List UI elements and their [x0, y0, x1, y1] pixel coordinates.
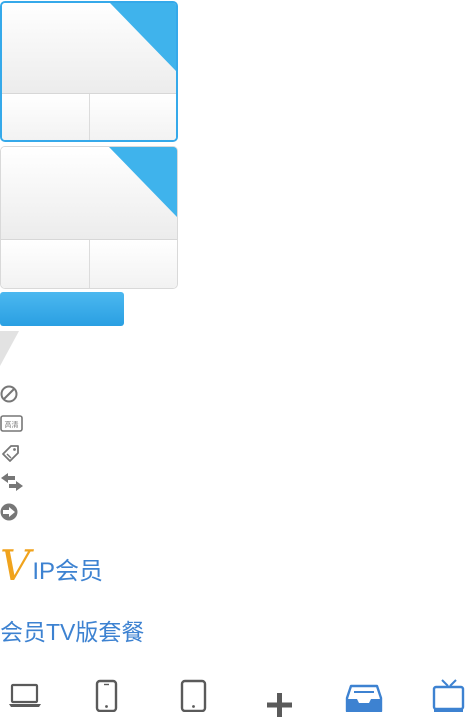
vip-logo-letter: V: [0, 541, 31, 590]
plus-icon: [266, 690, 294, 724]
plan-card-header: [1, 147, 177, 240]
plan-card-cell: [1, 240, 89, 288]
plan-card-footer: [1, 240, 177, 288]
vip-page: 高清 V IP会员 会员TV版套餐: [0, 0, 474, 726]
plan-card-header: [2, 3, 176, 94]
ban-icon: [0, 383, 24, 405]
plan-card-cell: [2, 94, 89, 140]
vip-title: V IP会员: [0, 543, 103, 587]
tv-icon: [432, 678, 466, 718]
tv-package-title: 会员TV版套餐: [0, 619, 145, 645]
plan-card-selected[interactable]: [0, 1, 178, 142]
swap-arrows-icon: [0, 472, 24, 494]
phone-icon: [95, 678, 119, 716]
vip-title-text: IP会员: [32, 558, 104, 585]
plan-card[interactable]: [0, 146, 178, 289]
pay-button[interactable]: [0, 292, 124, 326]
plan-card-cell: [88, 94, 176, 140]
selected-corner-badge: [110, 3, 176, 71]
plan-card-footer: [2, 94, 176, 140]
fold-corner-decoration: [0, 331, 19, 366]
corner-badge: [109, 147, 177, 217]
laptop-icon: [8, 678, 42, 714]
plan-card-cell: [88, 240, 177, 288]
tablet-icon: [180, 678, 208, 716]
tray-icon: [345, 678, 383, 716]
hd-badge-label: 高清: [5, 420, 19, 429]
hd-badge-icon: 高清: [0, 414, 24, 436]
tag-icon: [0, 443, 24, 465]
arrow-right-circle-icon: [0, 502, 24, 524]
